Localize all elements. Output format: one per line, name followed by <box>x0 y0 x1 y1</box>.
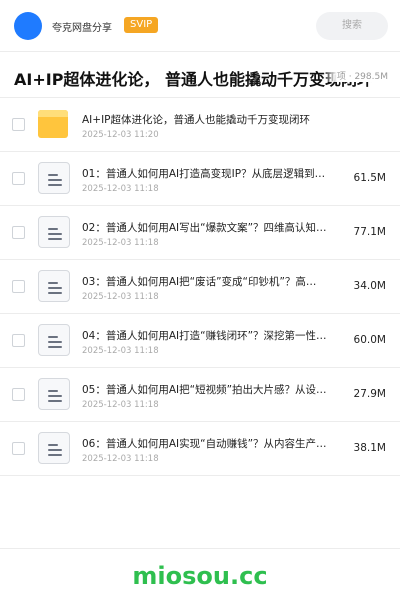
file-date: 2025-12-03 11:18 <box>82 454 159 464</box>
search-input[interactable]: 搜索 <box>316 12 388 40</box>
file-size: 77.1M <box>353 226 386 238</box>
file-row[interactable]: 05：普通人如何用AI把“短视频”拍出大片感？从设… 2025-12-03 11:… <box>0 368 400 422</box>
file-list: AI+IP超体进化论，普通人也能撬动千万变现闭环 2025-12-03 11:20… <box>0 98 400 476</box>
file-icon-wrap <box>38 324 70 356</box>
file-icon-wrap <box>38 432 70 464</box>
folder-summary: 项 · 298.5M <box>322 69 388 82</box>
file-name[interactable]: 03：普通人如何用AI把“废话”变成“印钞机”？高… <box>82 274 338 289</box>
file-icon-wrap <box>38 216 70 248</box>
folder-title-bar: AI+IP超体进化论， 普通人也能撬动千万变现闭环 项 · 298.5M <box>0 52 400 98</box>
file-size: 38.1M <box>353 442 386 454</box>
avatar[interactable] <box>14 12 42 40</box>
row-checkbox[interactable] <box>12 280 25 293</box>
row-checkbox[interactable] <box>12 172 25 185</box>
document-icon <box>38 216 70 248</box>
file-size: 60.0M <box>353 334 386 346</box>
file-row[interactable]: 06：普通人如何用AI实现“自动赚钱”？从内容生产… 2025-12-03 11:… <box>0 422 400 476</box>
file-size: 61.5M <box>353 172 386 184</box>
file-size: 34.0M <box>353 280 386 292</box>
file-row[interactable]: 01：普通人如何用AI打造高变现IP？从底层逻辑到… 2025-12-03 11:… <box>0 152 400 206</box>
file-date: 2025-12-03 11:20 <box>82 130 159 140</box>
folder-icon-wrap <box>38 108 70 140</box>
file-name[interactable]: 06：普通人如何用AI实现“自动赚钱”？从内容生产… <box>82 436 338 451</box>
svip-badge: SVIP <box>124 17 159 33</box>
row-checkbox[interactable] <box>12 334 25 347</box>
row-checkbox[interactable] <box>12 442 25 455</box>
document-icon <box>38 162 70 194</box>
document-icon <box>38 270 70 302</box>
document-icon <box>38 324 70 356</box>
share-owner-name: 夸克网盘分享 <box>52 23 112 34</box>
document-icon <box>38 432 70 464</box>
document-icon <box>38 378 70 410</box>
folder-icon <box>38 110 68 138</box>
file-icon-wrap <box>38 270 70 302</box>
row-checkbox[interactable] <box>12 388 25 401</box>
file-name[interactable]: AI+IP超体进化论，普通人也能撬动千万变现闭环 <box>82 112 338 127</box>
file-date: 2025-12-03 11:18 <box>82 184 159 194</box>
page-title: AI+IP超体进化论， 普通人也能撬动千万变现闭环 <box>14 70 373 89</box>
footer-divider <box>0 548 400 549</box>
file-date: 2025-12-03 11:18 <box>82 238 159 248</box>
site-watermark: miosou.cc <box>132 562 268 590</box>
file-icon-wrap <box>38 162 70 194</box>
row-checkbox[interactable] <box>12 226 25 239</box>
file-date: 2025-12-03 11:18 <box>82 346 159 356</box>
file-name[interactable]: 04：普通人如何用AI打造“赚钱闭环”？深挖第一性… <box>82 328 338 343</box>
row-checkbox[interactable] <box>12 118 25 131</box>
file-name[interactable]: 01：普通人如何用AI打造高变现IP？从底层逻辑到… <box>82 166 338 181</box>
file-date: 2025-12-03 11:18 <box>82 292 159 302</box>
file-icon-wrap <box>38 378 70 410</box>
file-row[interactable]: 03：普通人如何用AI把“废话”变成“印钞机”？高… 2025-12-03 11:… <box>0 260 400 314</box>
file-size: 27.9M <box>353 388 386 400</box>
share-header: 夸克网盘分享 SVIP 搜索 <box>0 0 400 52</box>
file-row[interactable]: AI+IP超体进化论，普通人也能撬动千万变现闭环 2025-12-03 11:20 <box>0 98 400 152</box>
file-date: 2025-12-03 11:18 <box>82 400 159 410</box>
file-name[interactable]: 02：普通人如何用AI写出“爆款文案”？四维高认知… <box>82 220 338 235</box>
file-row[interactable]: 02：普通人如何用AI写出“爆款文案”？四维高认知… 2025-12-03 11:… <box>0 206 400 260</box>
file-name[interactable]: 05：普通人如何用AI把“短视频”拍出大片感？从设… <box>82 382 338 397</box>
file-row[interactable]: 04：普通人如何用AI打造“赚钱闭环”？深挖第一性… 2025-12-03 11:… <box>0 314 400 368</box>
